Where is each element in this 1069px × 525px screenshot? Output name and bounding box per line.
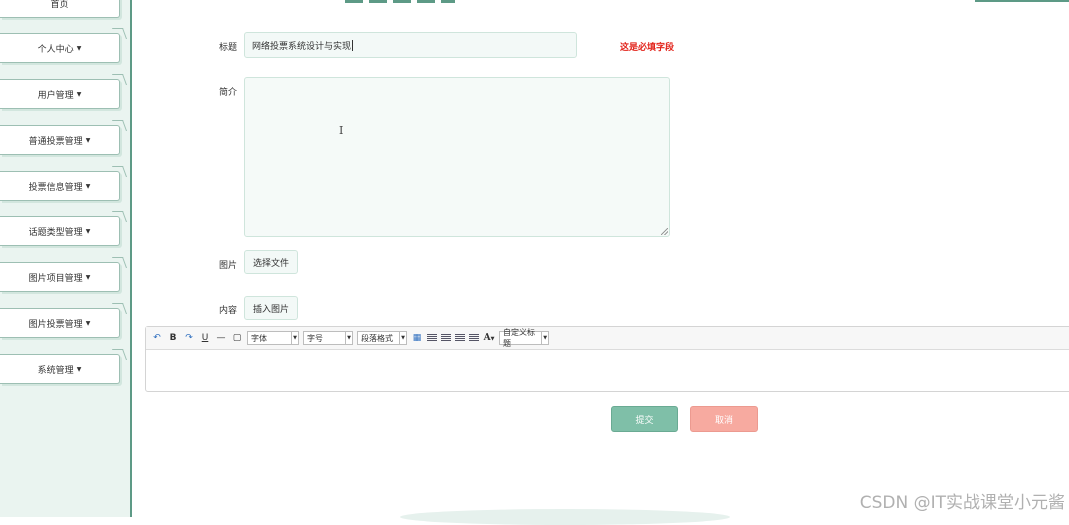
footer-decoration (400, 509, 730, 525)
dropdown-arrow-icon: ▼ (345, 332, 352, 344)
sidebar-item-image-project-management[interactable]: 图片项目管理 ▼ (0, 262, 120, 292)
choose-file-button[interactable]: 选择文件 (244, 250, 299, 274)
insert-image-label: 插入图片 (253, 304, 290, 315)
sidebar-item-label: 话题类型管理 (28, 227, 83, 238)
horizontal-rule-icon[interactable]: — (215, 333, 227, 343)
sidebar-item-label: 首页 (50, 0, 69, 10)
cancel-button[interactable]: 取消 (690, 406, 758, 432)
sidebar-item-label: 系统管理 (37, 365, 74, 376)
caret-down-icon: ▼ (76, 44, 82, 52)
paragraph-format-select[interactable]: 段落格式 ▼ (357, 331, 407, 345)
undo-icon[interactable]: ↶ (151, 333, 163, 343)
dropdown-arrow-icon: ▼ (399, 332, 406, 344)
required-hint: 这是必填字段 (620, 43, 675, 53)
intro-label: 简介 (219, 88, 238, 98)
caret-down-icon: ▼ (76, 90, 82, 98)
font-color-icon[interactable]: A▼ (483, 333, 495, 343)
sidebar-item-user-management[interactable]: 用户管理 ▼ (0, 79, 120, 109)
sidebar-item-home[interactable]: 首页 (0, 0, 120, 18)
font-family-value: 字体 (251, 333, 267, 343)
editor-toolbar: ↶ B ↷ U — ▢ 字体 ▼ 字号 ▼ 段落格式 ▼ ▦ A▼ 自定义标题 ▼ (146, 327, 1069, 350)
sidebar-item-label: 个人中心 (37, 44, 74, 55)
sidebar-item-vote-info-management[interactable]: 投票信息管理 ▼ (0, 171, 120, 201)
caret-down-icon: ▼ (85, 227, 91, 235)
paragraph-format-value: 段落格式 (361, 333, 393, 343)
sidebar-item-personal-center[interactable]: 个人中心 ▼ (0, 33, 120, 63)
font-size-value: 字号 (307, 333, 323, 343)
caret-down-icon: ▼ (76, 365, 82, 373)
intro-textarea[interactable] (244, 77, 670, 237)
cancel-label: 取消 (714, 415, 733, 426)
submit-button[interactable]: 提交 (611, 406, 678, 432)
dropdown-arrow-icon: ▼ (541, 332, 548, 344)
resize-handle-icon[interactable] (661, 228, 668, 235)
sidebar-item-label: 普通投票管理 (28, 136, 83, 147)
sidebar-item-label: 图片投票管理 (28, 319, 83, 330)
dropdown-arrow-icon: ▼ (291, 332, 298, 344)
sidebar-item-label: 用户管理 (37, 90, 74, 101)
dropdown-arrow-icon: ▼ (490, 336, 495, 342)
align-right-icon[interactable] (441, 334, 451, 342)
caret-down-icon: ▼ (85, 136, 91, 144)
bold-icon[interactable]: B (167, 333, 179, 343)
sidebar-item-topic-type-management[interactable]: 话题类型管理 ▼ (0, 216, 120, 246)
font-family-select[interactable]: 字体 ▼ (247, 331, 299, 345)
caret-down-icon: ▼ (85, 319, 91, 327)
title-label: 标题 (219, 43, 238, 53)
insert-image-button[interactable]: 插入图片 (244, 296, 299, 320)
sidebar-item-image-vote-management[interactable]: 图片投票管理 ▼ (0, 308, 120, 338)
align-justify-icon[interactable] (469, 334, 479, 342)
title-input[interactable]: 网络投票系统设计与实现 (244, 32, 577, 58)
document-icon[interactable]: ▢ (231, 333, 243, 343)
font-size-select[interactable]: 字号 ▼ (303, 331, 353, 345)
underline-icon[interactable]: U (199, 333, 211, 343)
font-color-label: A (483, 333, 491, 343)
submit-label: 提交 (635, 415, 654, 426)
redo-icon[interactable]: ↷ (183, 333, 195, 343)
sidebar-item-label: 投票信息管理 (28, 182, 83, 193)
mouse-cursor-icon: I (339, 124, 344, 137)
text-caret (352, 39, 354, 51)
header-decoration (345, 0, 455, 3)
caret-down-icon: ▼ (85, 182, 91, 190)
table-icon[interactable]: ▦ (411, 333, 423, 343)
custom-title-select[interactable]: 自定义标题 ▼ (499, 328, 549, 348)
header-decoration (975, 0, 1069, 2)
title-input-value: 网络投票系统设计与实现 (252, 41, 352, 52)
choose-file-label: 选择文件 (253, 258, 290, 269)
watermark: CSDN @IT实战课堂小元酱 (859, 493, 1065, 513)
editor-content-area[interactable] (146, 350, 1069, 392)
caret-down-icon: ▼ (85, 273, 91, 281)
sidebar-item-label: 图片项目管理 (28, 273, 83, 284)
content-label: 内容 (219, 306, 238, 316)
sidebar: 首页 个人中心 ▼ 用户管理 ▼ 普通投票管理 ▼ 投票信息管理 ▼ 话题类型管理 ▼ 图… (0, 0, 132, 517)
sidebar-item-normal-vote-management[interactable]: 普通投票管理 ▼ (0, 125, 120, 155)
image-label: 图片 (219, 261, 238, 271)
rich-text-editor[interactable]: ↶ B ↷ U — ▢ 字体 ▼ 字号 ▼ 段落格式 ▼ ▦ A▼ 自定义标题 ▼ (145, 326, 1069, 392)
custom-title-value: 自定义标题 (503, 328, 535, 348)
align-center-icon[interactable] (455, 334, 465, 342)
align-left-icon[interactable] (427, 334, 437, 342)
sidebar-item-system-management[interactable]: 系统管理 ▼ (0, 354, 120, 384)
